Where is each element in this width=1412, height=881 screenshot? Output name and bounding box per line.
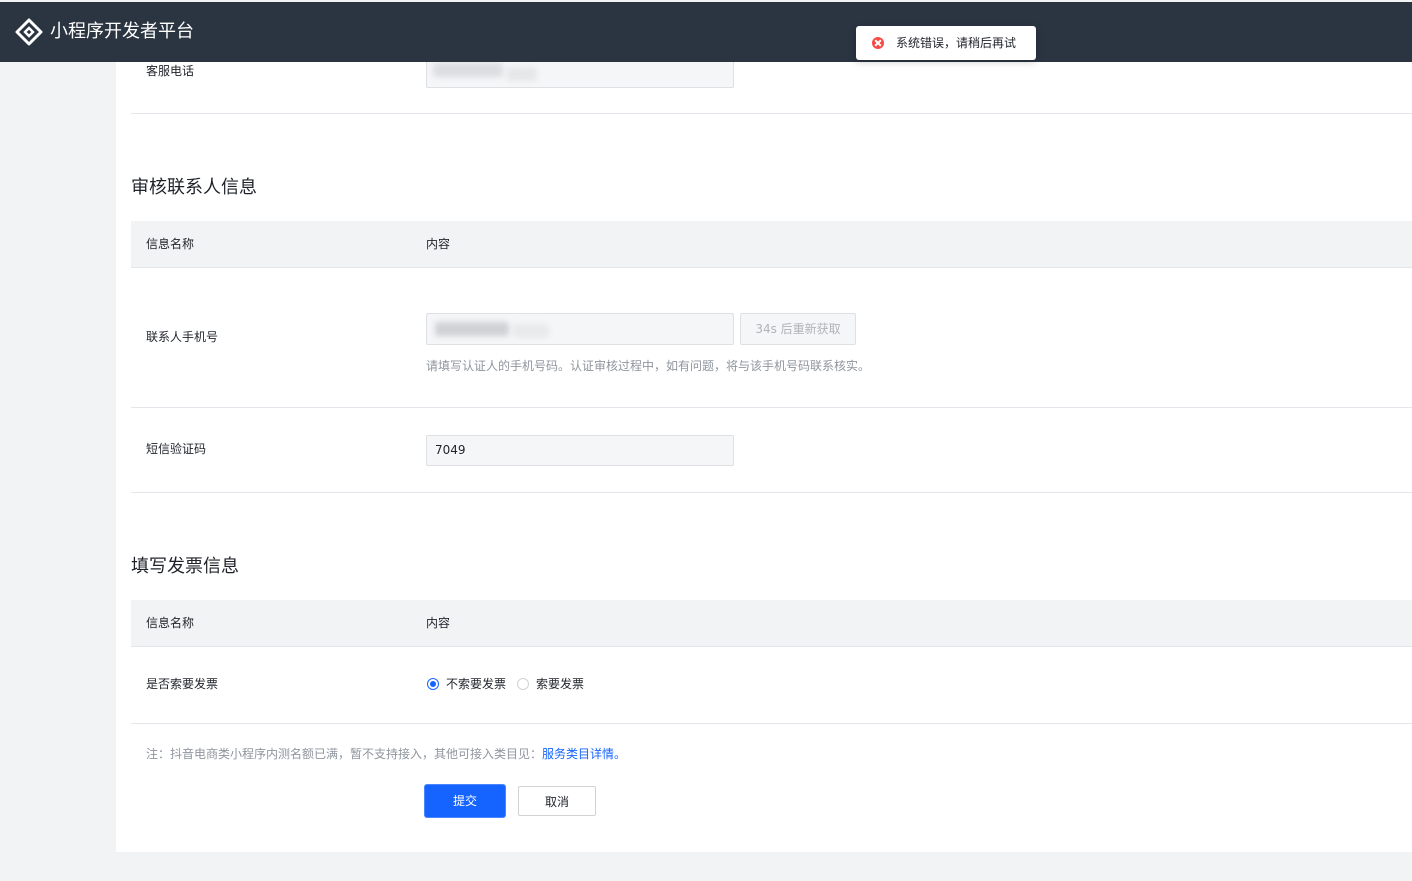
column-header-content: 内容 — [426, 616, 451, 630]
toast-message: 系统错误，请稍后再试 — [896, 36, 1017, 50]
divider — [131, 723, 1412, 724]
redacted-phone — [433, 63, 503, 77]
platform-logo-icon[interactable] — [15, 18, 43, 46]
submit-button[interactable]: 提交 — [425, 785, 505, 817]
contact-phone-label: 联系人手机号 — [146, 330, 219, 344]
radio-request-invoice-label[interactable]: 索要发票 — [536, 676, 584, 692]
invoice-need-label: 是否索要发票 — [146, 677, 219, 691]
sms-code-input[interactable]: 7049 — [426, 435, 734, 466]
redacted-phone-tail — [513, 324, 549, 338]
form-card: 客服电话 审核联系人信息 信息名称 内容 联系人手机号 34s 后重新获取 请填… — [116, 58, 1412, 852]
divider — [131, 492, 1412, 493]
column-header-info-name: 信息名称 — [146, 616, 195, 630]
error-toast: 系统错误，请稍后再试 — [856, 26, 1036, 60]
radio-request-invoice[interactable] — [517, 678, 529, 690]
cancel-button[interactable]: 取消 — [518, 786, 596, 816]
review-contact-section-title: 审核联系人信息 — [131, 177, 257, 198]
service-phone-label: 客服电话 — [146, 64, 195, 78]
resend-code-button[interactable]: 34s 后重新获取 — [740, 313, 856, 345]
invoice-table-header: 信息名称 内容 — [131, 600, 1412, 647]
column-header-content: 内容 — [426, 237, 451, 251]
error-circle-icon — [872, 37, 884, 49]
redacted-phone — [435, 322, 509, 336]
divider — [131, 113, 1412, 114]
contact-phone-hint: 请填写认证人的手机号码。认证审核过程中，如有问题，将与该手机号码联系核实。 — [426, 359, 871, 373]
invoice-section-title: 填写发票信息 — [131, 556, 239, 577]
review-contact-table-header: 信息名称 内容 — [131, 221, 1412, 268]
column-header-info-name: 信息名称 — [146, 237, 195, 251]
sms-code-label: 短信验证码 — [146, 442, 207, 456]
radio-no-invoice-label[interactable]: 不索要发票 — [446, 676, 506, 692]
note-text: 注：抖音电商类小程序内测名额已满，暂不支持接入，其他可接入类目见：服务类目详情。 — [146, 746, 626, 762]
divider — [131, 407, 1412, 408]
redacted-phone-tail — [507, 67, 537, 81]
service-category-link[interactable]: 服务类目详情。 — [542, 747, 626, 761]
top-navigation-bar: 小程序开发者平台 — [0, 2, 1412, 62]
platform-brand-name[interactable]: 小程序开发者平台 — [50, 20, 194, 44]
radio-no-invoice[interactable] — [427, 678, 439, 690]
note-body: 注：抖音电商类小程序内测名额已满，暂不支持接入，其他可接入类目见： — [146, 747, 543, 761]
service-phone-input[interactable] — [426, 58, 734, 88]
contact-phone-input[interactable] — [426, 313, 734, 345]
